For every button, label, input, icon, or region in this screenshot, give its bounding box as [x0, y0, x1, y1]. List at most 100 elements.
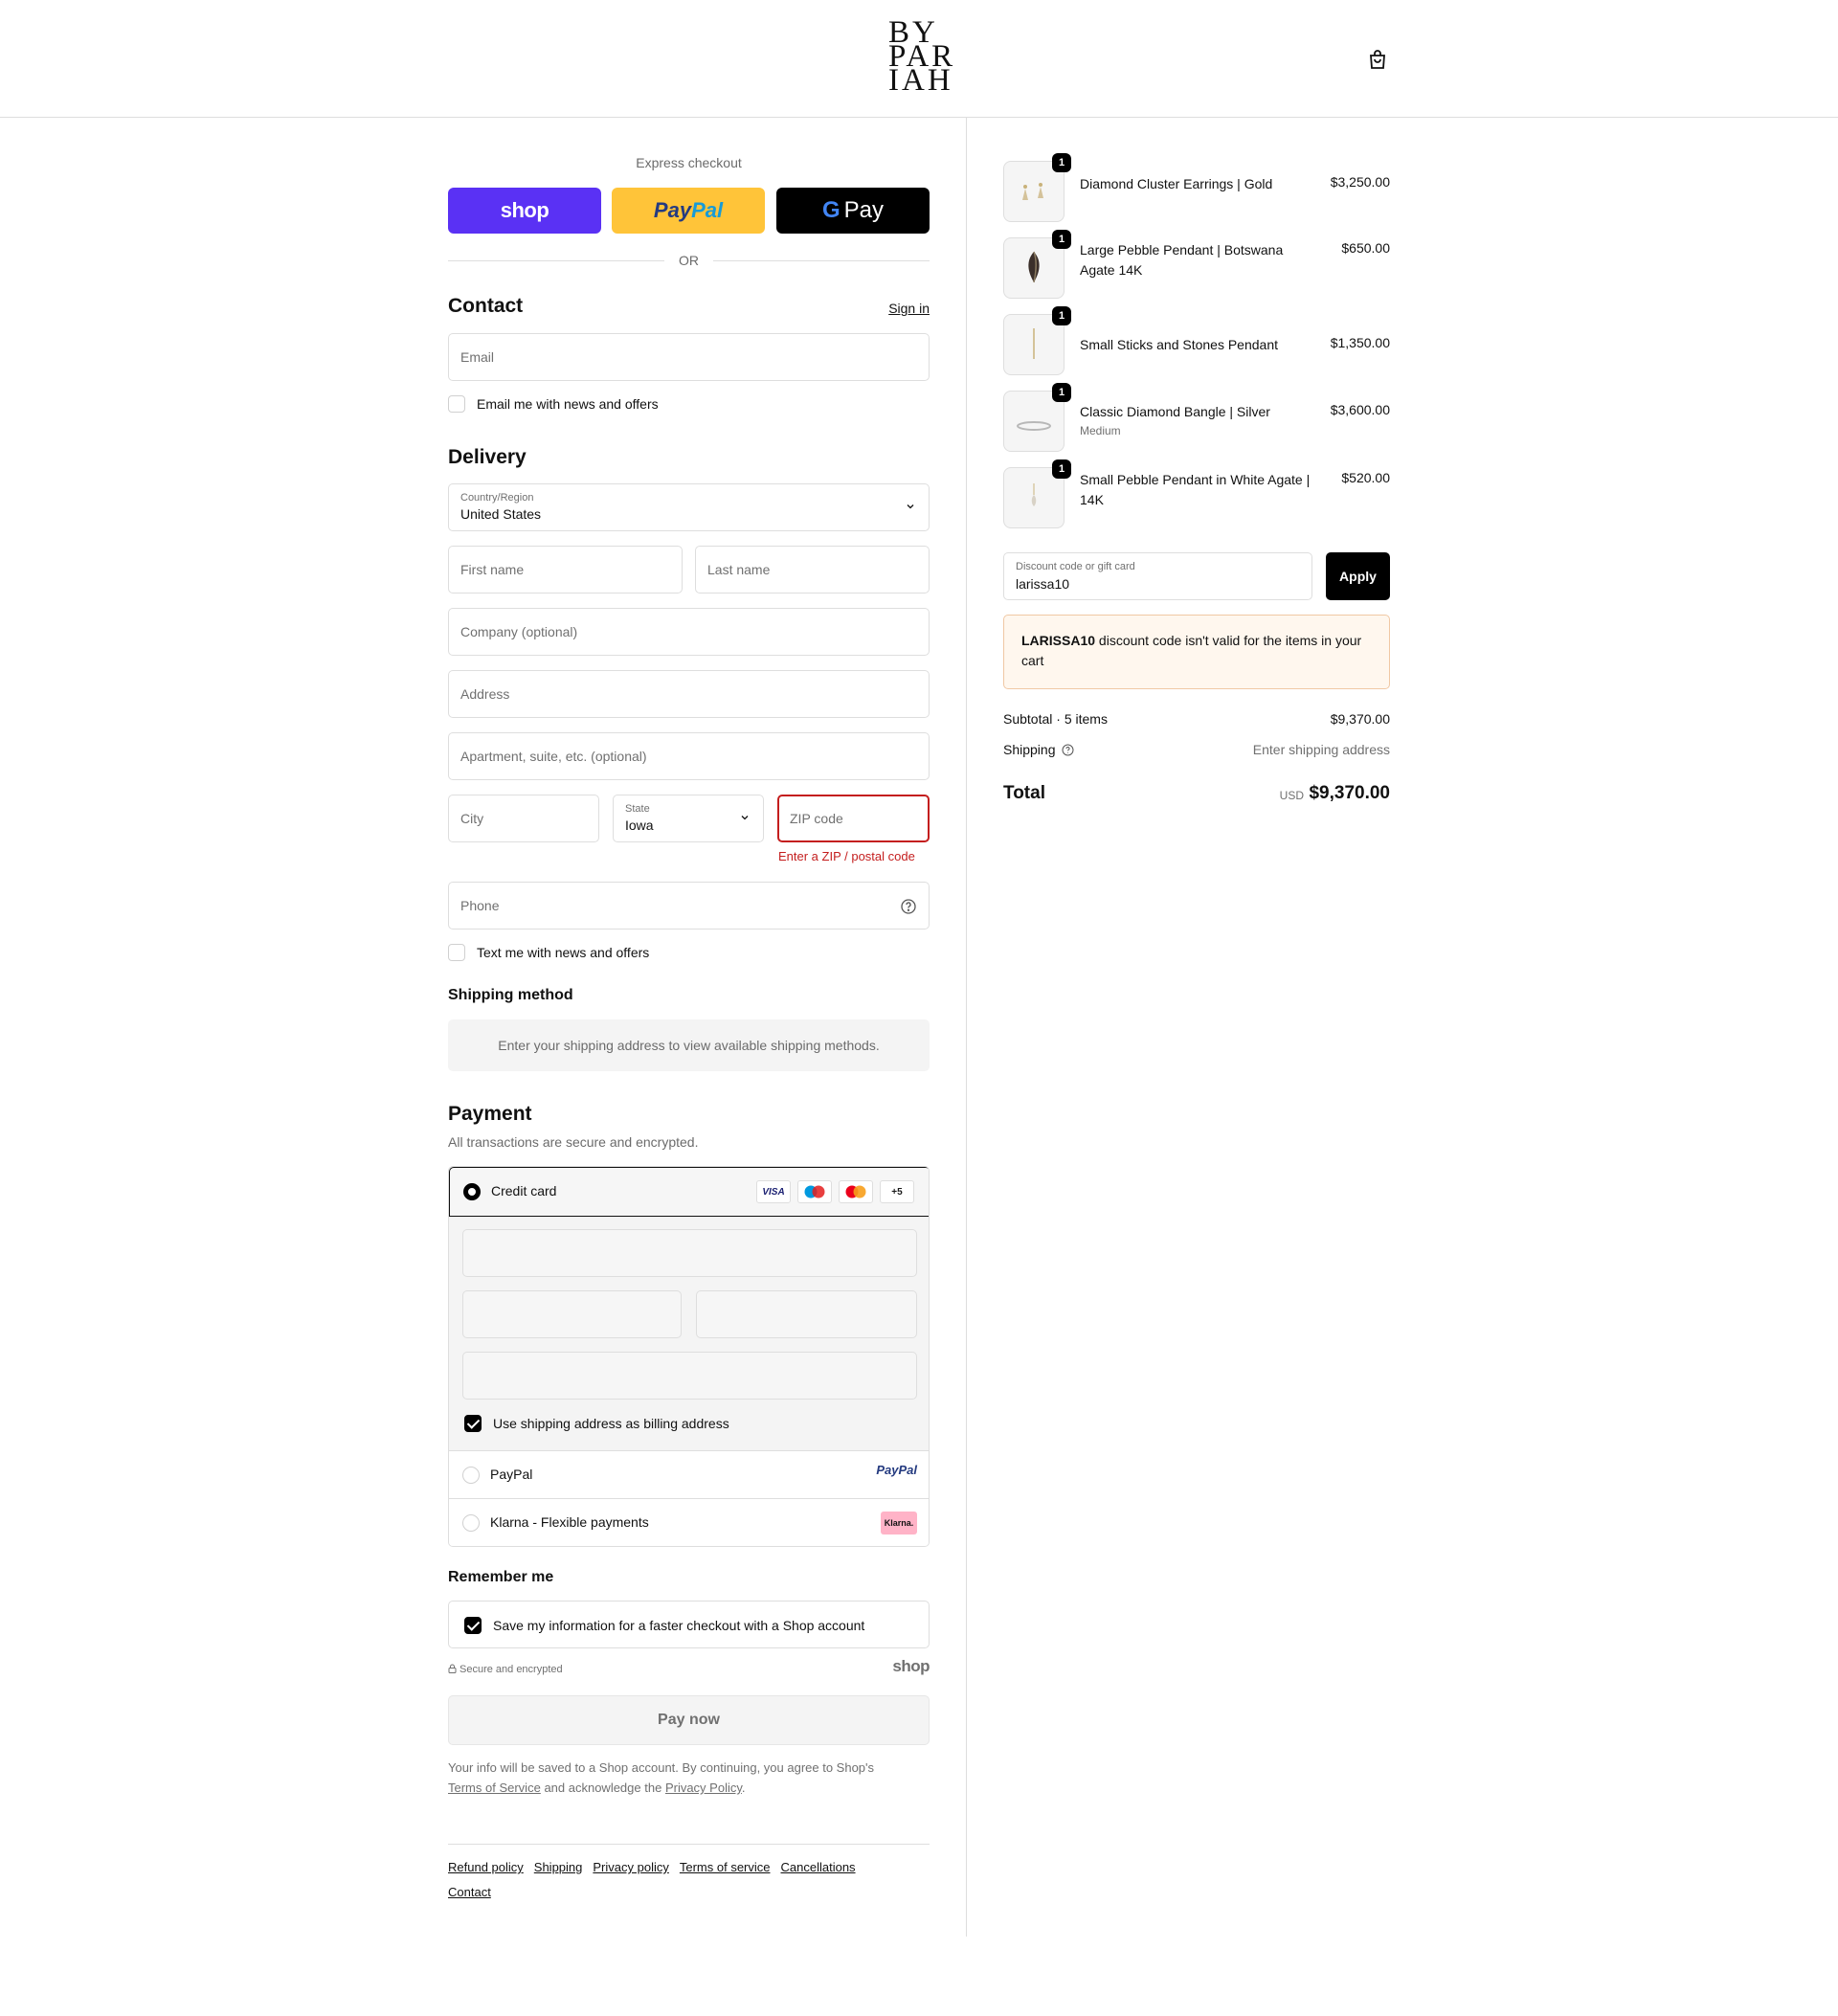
cart-item: 1 Classic Diamond Bangle | Silver Medium…: [1003, 383, 1390, 452]
klarna-radio[interactable]: [462, 1514, 480, 1532]
privacy-policy-link[interactable]: Privacy Policy: [665, 1781, 742, 1795]
privacy-policy-footer-link[interactable]: Privacy policy: [593, 1860, 668, 1874]
billing-checkbox-row[interactable]: Use shipping address as billing address: [464, 1414, 729, 1433]
discount-code-field[interactable]: Discount code or gift card larissa10: [1003, 552, 1312, 600]
terms-of-service-link[interactable]: Terms of Service: [448, 1781, 541, 1795]
shipping-method-heading: Shipping method: [448, 987, 573, 1003]
credit-card-option[interactable]: Credit card VISA +5: [449, 1167, 929, 1217]
pay-now-button[interactable]: Pay now: [448, 1695, 930, 1745]
quantity-badge: 1: [1052, 459, 1071, 479]
item-price: $3,600.00: [1330, 402, 1390, 417]
cart-item: 1 Small Sticks and Stones Pendant $1,350…: [1003, 306, 1390, 375]
legal-text: Your info will be saved to a Shop accoun…: [448, 1760, 875, 1795]
paypal-radio[interactable]: [462, 1467, 480, 1484]
terms-of-service-footer-link[interactable]: Terms of service: [680, 1860, 771, 1874]
shipping-row: Shipping Enter shipping address: [1003, 742, 1390, 757]
shopping-bag-icon[interactable]: [1366, 48, 1389, 71]
delivery-heading: Delivery: [448, 446, 527, 468]
lock-icon: [448, 1664, 457, 1673]
last-name-field[interactable]: Last name: [695, 546, 930, 594]
item-name: Small Sticks and Stones Pendant: [1080, 337, 1279, 352]
country-select[interactable]: Country/Region United States: [448, 483, 930, 531]
more-cards-badge: +5: [880, 1180, 914, 1203]
paypal-option[interactable]: PayPal PayPal: [449, 1450, 929, 1498]
state-select[interactable]: State Iowa: [613, 795, 764, 842]
klarna-option[interactable]: Klarna - Flexible payments Klarna.: [449, 1498, 929, 1546]
chevron-down-icon: [907, 504, 914, 509]
shipping-method-placeholder: Enter your shipping address to view avai…: [448, 1019, 930, 1071]
site-header: BY PAR IAH: [0, 0, 1838, 118]
text-news-checkbox-row[interactable]: Text me with news and offers: [448, 943, 649, 962]
credit-card-form: Use shipping address as billing address: [449, 1217, 929, 1450]
discount-warning: LARISSA10 discount code isn't valid for …: [1003, 615, 1390, 689]
apply-discount-button[interactable]: Apply: [1326, 552, 1390, 600]
item-name: Diamond Cluster Earrings | Gold: [1080, 176, 1273, 191]
text-news-checkbox[interactable]: [448, 944, 465, 961]
zip-field[interactable]: ZIP code: [777, 795, 930, 842]
brand-logo[interactable]: BY PAR IAH: [888, 17, 953, 97]
email-news-checkbox-row[interactable]: Email me with news and offers: [448, 394, 659, 414]
currency-code: USD: [1279, 789, 1304, 802]
subtotal-row: Subtotal · 5 items $9,370.00: [1003, 711, 1390, 727]
footer-links: Refund policy Shipping Privacy policy Terms…: [448, 1855, 930, 1905]
save-info-box: Save my information for a faster checkou…: [448, 1601, 930, 1648]
city-field[interactable]: City: [448, 795, 599, 842]
phone-field[interactable]: Phone: [448, 882, 930, 930]
payment-heading: Payment: [448, 1103, 532, 1125]
payment-subtitle: All transactions are secure and encrypte…: [448, 1134, 699, 1150]
shop-pay-button[interactable]: shop: [448, 188, 601, 234]
save-info-checkbox-row[interactable]: Save my information for a faster checkou…: [464, 1616, 864, 1635]
billing-checkbox[interactable]: [464, 1415, 482, 1432]
item-name: Small Pebble Pendant in White Agate | 14…: [1080, 472, 1311, 507]
payment-methods: Credit card VISA +5 Use shipping address…: [448, 1166, 930, 1547]
address-field[interactable]: Address: [448, 670, 930, 718]
save-info-checkbox[interactable]: [464, 1617, 482, 1634]
remember-me-heading: Remember me: [448, 1569, 554, 1585]
quantity-badge: 1: [1052, 230, 1071, 249]
sign-in-link[interactable]: Sign in: [888, 301, 930, 316]
item-name: Large Pebble Pendant | Botswana Agate 14…: [1080, 242, 1284, 278]
credit-card-radio[interactable]: [463, 1183, 481, 1200]
item-price: $3,250.00: [1330, 174, 1390, 190]
refund-policy-link[interactable]: Refund policy: [448, 1860, 524, 1874]
or-separator: OR: [448, 251, 930, 270]
card-expiry-field[interactable]: [462, 1290, 682, 1338]
card-cvv-field[interactable]: [696, 1290, 917, 1338]
mastercard-icon: [839, 1180, 873, 1203]
quantity-badge: 1: [1052, 383, 1071, 402]
quantity-badge: 1: [1052, 306, 1071, 325]
express-checkout-label: Express checkout: [636, 155, 742, 170]
total-value: $9,370.00: [1309, 783, 1390, 803]
shipping-link[interactable]: Shipping: [534, 1860, 583, 1874]
item-price: $520.00: [1341, 470, 1390, 485]
item-name: Classic Diamond Bangle | Silver: [1080, 404, 1270, 419]
footer-divider: [448, 1844, 930, 1845]
contact-link[interactable]: Contact: [448, 1885, 491, 1899]
company-field[interactable]: Company (optional): [448, 608, 930, 656]
card-name-field[interactable]: [462, 1352, 917, 1400]
email-field[interactable]: Email: [448, 333, 930, 381]
item-price: $1,350.00: [1330, 335, 1390, 350]
paypal-logo: PayPal: [876, 1463, 917, 1477]
cancellations-link[interactable]: Cancellations: [781, 1860, 856, 1874]
first-name-field[interactable]: First name: [448, 546, 683, 594]
google-g-icon: G: [821, 197, 841, 223]
klarna-logo: Klarna.: [881, 1512, 917, 1534]
visa-icon: VISA: [756, 1180, 791, 1203]
shop-logo: shop: [892, 1657, 930, 1675]
contact-heading: Contact: [448, 295, 524, 317]
item-price: $650.00: [1341, 240, 1390, 256]
google-pay-button[interactable]: G Pay: [776, 188, 930, 234]
total-label: Total: [1003, 783, 1045, 803]
secure-encrypted-note: Secure and encrypted: [448, 1664, 563, 1675]
email-news-checkbox[interactable]: [448, 395, 465, 413]
quantity-badge: 1: [1052, 153, 1071, 172]
cart-item: 1 Small Pebble Pendant in White Agate | …: [1003, 459, 1390, 528]
apartment-field[interactable]: Apartment, suite, etc. (optional): [448, 732, 930, 780]
zip-error-message: Enter a ZIP / postal code: [778, 849, 915, 863]
card-number-field[interactable]: [462, 1229, 917, 1277]
help-circle-icon[interactable]: [900, 898, 917, 915]
help-circle-icon[interactable]: [1062, 744, 1074, 756]
cart-item: 1 Diamond Cluster Earrings | Gold $3,250…: [1003, 153, 1390, 222]
paypal-button[interactable]: Pay Pal: [612, 188, 765, 234]
